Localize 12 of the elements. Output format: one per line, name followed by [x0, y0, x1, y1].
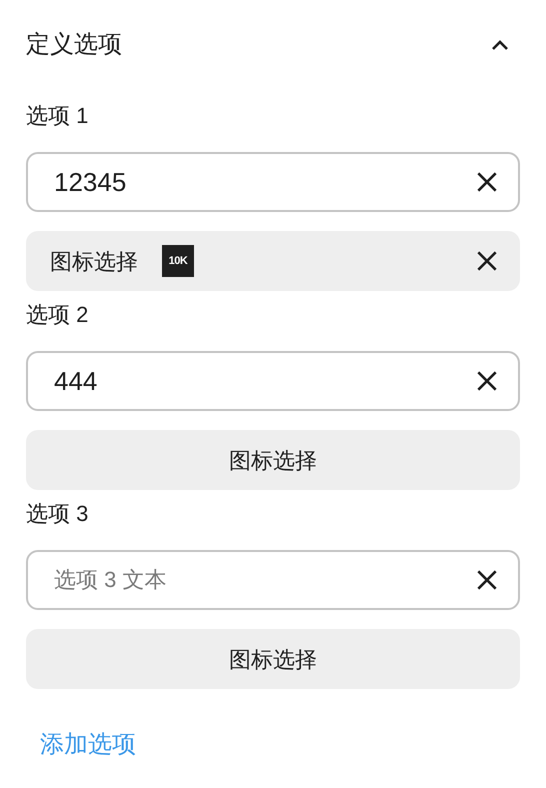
- button-label: 图标选择: [50, 248, 138, 276]
- icon-select-button[interactable]: 图标选择: [26, 430, 520, 490]
- input-field[interactable]: 选项 3 文本: [26, 550, 520, 610]
- option-label: 选项 3: [26, 500, 88, 528]
- selected-icon: 10K: [162, 245, 194, 277]
- input-field[interactable]: 12345: [26, 152, 520, 212]
- option-label: 选项 1: [26, 102, 88, 130]
- icon-select-button[interactable]: 图标选择: [26, 629, 520, 689]
- input-field[interactable]: 444: [26, 351, 520, 411]
- section-title: 定义选项: [26, 30, 122, 60]
- option-label: 选项 2: [26, 301, 88, 329]
- icon-select-button[interactable]: 图标选择 10K: [26, 231, 520, 291]
